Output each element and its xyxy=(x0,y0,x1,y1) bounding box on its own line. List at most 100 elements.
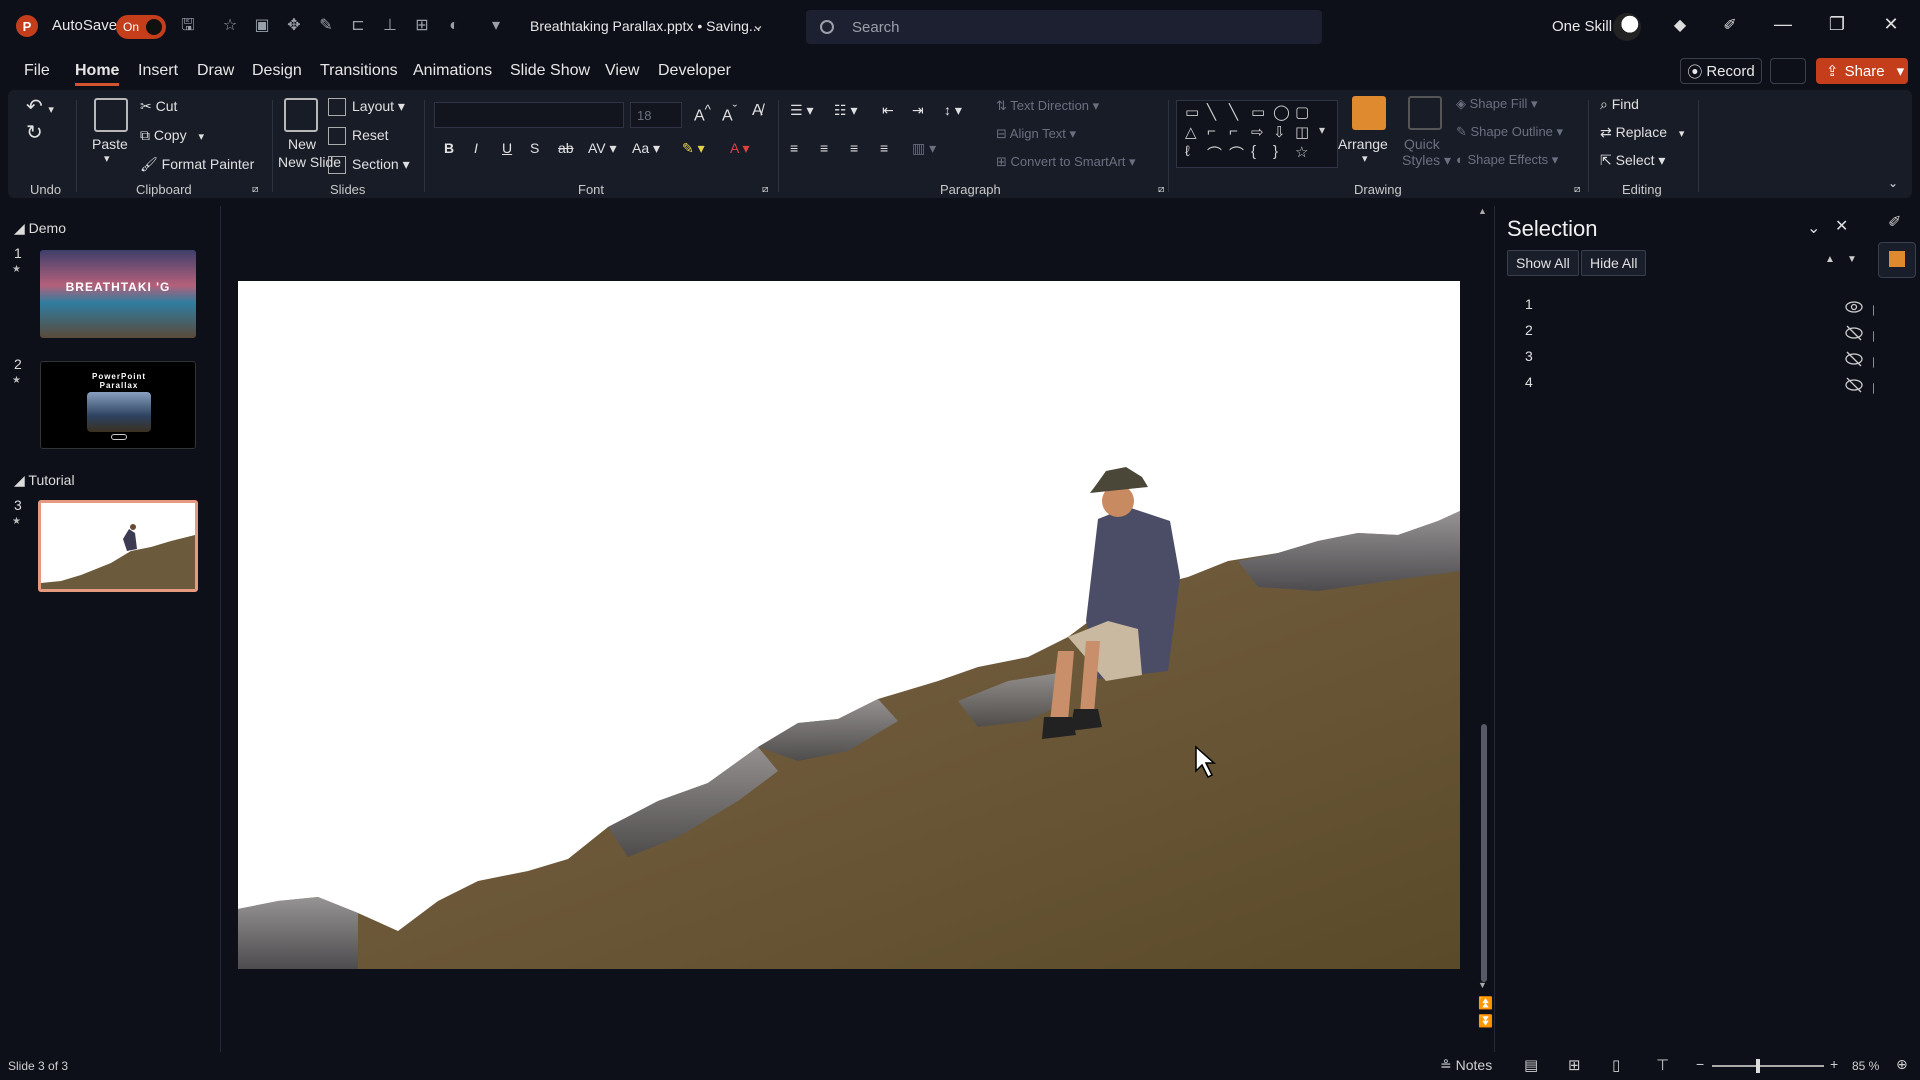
line-spacing-icon[interactable]: ↕ ▾ xyxy=(944,102,962,119)
collapse-ribbon-icon[interactable]: ⌄ xyxy=(1888,176,1898,190)
gallery-more-icon[interactable]: ▾ xyxy=(1319,123,1325,137)
numbering-icon[interactable]: ☷ ▾ xyxy=(834,102,857,119)
convert-smartart-button[interactable]: ⊞ Convert to SmartArt ▾ xyxy=(996,154,1136,170)
change-case-icon[interactable]: Aa ▾ xyxy=(632,140,660,157)
qat-icon-6[interactable]: ⊥ xyxy=(380,16,400,36)
paste-icon[interactable] xyxy=(94,98,128,132)
shape-effects-button[interactable]: ◐ Shape Effects ▾ xyxy=(1456,152,1558,168)
find-button[interactable]: ⌕ Find xyxy=(1600,96,1639,113)
prev-slide-icon[interactable]: ⏫ xyxy=(1478,996,1493,1010)
section-header-demo[interactable]: ◢ Demo xyxy=(14,220,66,237)
quick-styles-icon[interactable] xyxy=(1408,96,1442,130)
align-center-icon[interactable]: ≡ xyxy=(820,140,828,156)
qat-icon-8[interactable]: ◐ xyxy=(444,16,464,36)
paste-label[interactable]: Paste xyxy=(92,136,128,152)
next-slide-icon[interactable]: ⏬ xyxy=(1478,1014,1493,1028)
reset-button[interactable]: Reset xyxy=(328,127,389,146)
selection-pane-toggle[interactable] xyxy=(1878,242,1916,278)
callout-shape-icon[interactable]: ◫ xyxy=(1295,123,1309,141)
clear-format-icon[interactable]: A̸ xyxy=(752,102,763,120)
shrink-font-icon[interactable]: Aˇ xyxy=(722,102,737,125)
text-direction-button[interactable]: ⇅ Text Direction ▾ xyxy=(996,98,1099,114)
zoom-in-icon[interactable]: + xyxy=(1830,1056,1838,1072)
chevron-down-icon[interactable]: ▾ xyxy=(104,152,110,165)
align-right-icon[interactable]: ≡ xyxy=(850,140,858,156)
font-name-input[interactable] xyxy=(434,102,624,128)
quick-styles-label-1[interactable]: Quick xyxy=(1404,136,1440,152)
chevron-down-icon[interactable]: ▾ xyxy=(1362,152,1368,165)
selection-item-1[interactable]: 1 xyxy=(1525,296,1889,320)
format-painter-button[interactable]: 🖌 Format Painter xyxy=(140,156,254,173)
minimize-icon[interactable]: — xyxy=(1768,14,1798,38)
comments-button[interactable] xyxy=(1770,58,1806,84)
align-left-icon[interactable]: ≡ xyxy=(790,140,798,156)
elbow-shape-icon[interactable]: ⌐ xyxy=(1207,123,1216,140)
current-slide[interactable] xyxy=(238,281,1460,969)
shadow-icon[interactable]: S xyxy=(530,140,539,156)
hidden-eye-icon[interactable] xyxy=(1845,350,1863,368)
star-shape-icon[interactable]: ☆ xyxy=(1295,143,1308,161)
quick-styles-label[interactable]: Styles ▾ xyxy=(1402,152,1451,169)
share-button[interactable]: ⇪ Share ▾ xyxy=(1816,58,1908,84)
select-button[interactable]: ⇱ Select ▾ xyxy=(1600,152,1665,169)
designer-icon[interactable]: ✐ xyxy=(1888,212,1901,232)
grow-font-icon[interactable]: A^ xyxy=(694,102,711,125)
dialog-launcher-icon[interactable]: ⧄ xyxy=(1574,184,1580,195)
selection-item-4[interactable]: 4 xyxy=(1525,374,1889,398)
save-icon[interactable]: 🖫 xyxy=(178,16,198,36)
hidden-eye-icon[interactable] xyxy=(1845,324,1863,342)
left-brace-shape-icon[interactable]: { xyxy=(1251,143,1256,160)
notes-button[interactable]: ≗ Notes xyxy=(1440,1057,1492,1074)
redo-icon[interactable]: ↻ xyxy=(26,120,43,145)
pane-options-chevron-icon[interactable]: ⌄ xyxy=(1807,218,1820,238)
arc-shape-icon[interactable]: ⌒ xyxy=(1207,143,1222,164)
hide-all-button[interactable]: Hide All xyxy=(1581,250,1647,276)
scroll-up-icon[interactable]: ▲ xyxy=(1478,206,1487,216)
zoom-slider[interactable] xyxy=(1712,1059,1824,1073)
new-slide-icon[interactable] xyxy=(284,98,318,132)
bring-forward-icon[interactable]: ▲ xyxy=(1825,254,1835,265)
tab-design[interactable]: Design xyxy=(252,62,302,80)
qat-icon-5[interactable]: ⊏ xyxy=(348,16,368,36)
bullets-icon[interactable]: ☰ ▾ xyxy=(790,102,813,119)
tab-developer[interactable]: Developer xyxy=(658,62,731,80)
section-button[interactable]: Section ▾ xyxy=(328,156,410,175)
dialog-launcher-icon[interactable]: ⧄ xyxy=(252,184,258,195)
scroll-down-icon[interactable]: ▼ xyxy=(1478,980,1487,990)
tab-view[interactable]: View xyxy=(605,62,639,80)
customize-qat-icon[interactable]: ▾ xyxy=(486,16,506,36)
zoom-slider-thumb[interactable] xyxy=(1756,1059,1760,1073)
new-slide-label-1[interactable]: New xyxy=(288,136,316,152)
restore-icon[interactable]: ❐ xyxy=(1822,14,1852,38)
qat-icon-7[interactable]: ⊞ xyxy=(412,16,432,36)
align-text-button[interactable]: ⊟ Align Text ▾ xyxy=(996,126,1076,142)
pen-icon[interactable]: ✐ xyxy=(1720,16,1740,36)
bold-icon[interactable]: B xyxy=(444,140,454,156)
tab-draw[interactable]: Draw xyxy=(197,62,234,80)
freeform-shape-icon[interactable]: ℓ xyxy=(1185,143,1190,160)
undo-icon[interactable]: ↶ ▾ xyxy=(26,94,54,119)
down-arrow-shape-icon[interactable]: ⇩ xyxy=(1273,123,1286,141)
fit-to-window-icon[interactable]: ⊕ xyxy=(1896,1056,1908,1073)
tab-insert[interactable]: Insert xyxy=(138,62,178,80)
diamond-icon[interactable]: ◆ xyxy=(1670,16,1690,36)
tab-animations[interactable]: Animations xyxy=(413,62,492,80)
arrow-line-shape-icon[interactable]: ╲ xyxy=(1229,103,1238,121)
right-brace-shape-icon[interactable]: } xyxy=(1273,143,1278,160)
zoom-out-icon[interactable]: − xyxy=(1696,1056,1704,1072)
copy-button[interactable]: ⧉ Copy ▾ xyxy=(140,127,204,144)
shape-outline-button[interactable]: ✎ Shape Outline ▾ xyxy=(1456,124,1563,140)
cut-button[interactable]: ✂ Cut xyxy=(140,98,177,115)
close-icon[interactable]: ✕ xyxy=(1876,14,1906,38)
mountain-hiker-image[interactable] xyxy=(238,281,1460,969)
curve-shape-icon[interactable]: ⌒ xyxy=(1229,143,1244,164)
reading-view-icon[interactable]: ▯ xyxy=(1612,1056,1620,1074)
char-spacing-icon[interactable]: AV ▾ xyxy=(588,140,617,157)
slide-thumbnail-2[interactable]: PowerPoint Parallax xyxy=(40,361,196,449)
increase-indent-icon[interactable]: ⇥ xyxy=(912,102,924,119)
arrange-label[interactable]: Arrange xyxy=(1338,136,1388,152)
record-button[interactable]: ⦿ Record xyxy=(1680,58,1762,84)
justify-icon[interactable]: ≡ xyxy=(880,140,888,156)
search-box[interactable]: Search xyxy=(806,10,1322,44)
slideshow-view-icon[interactable]: ⊤ xyxy=(1656,1056,1669,1074)
